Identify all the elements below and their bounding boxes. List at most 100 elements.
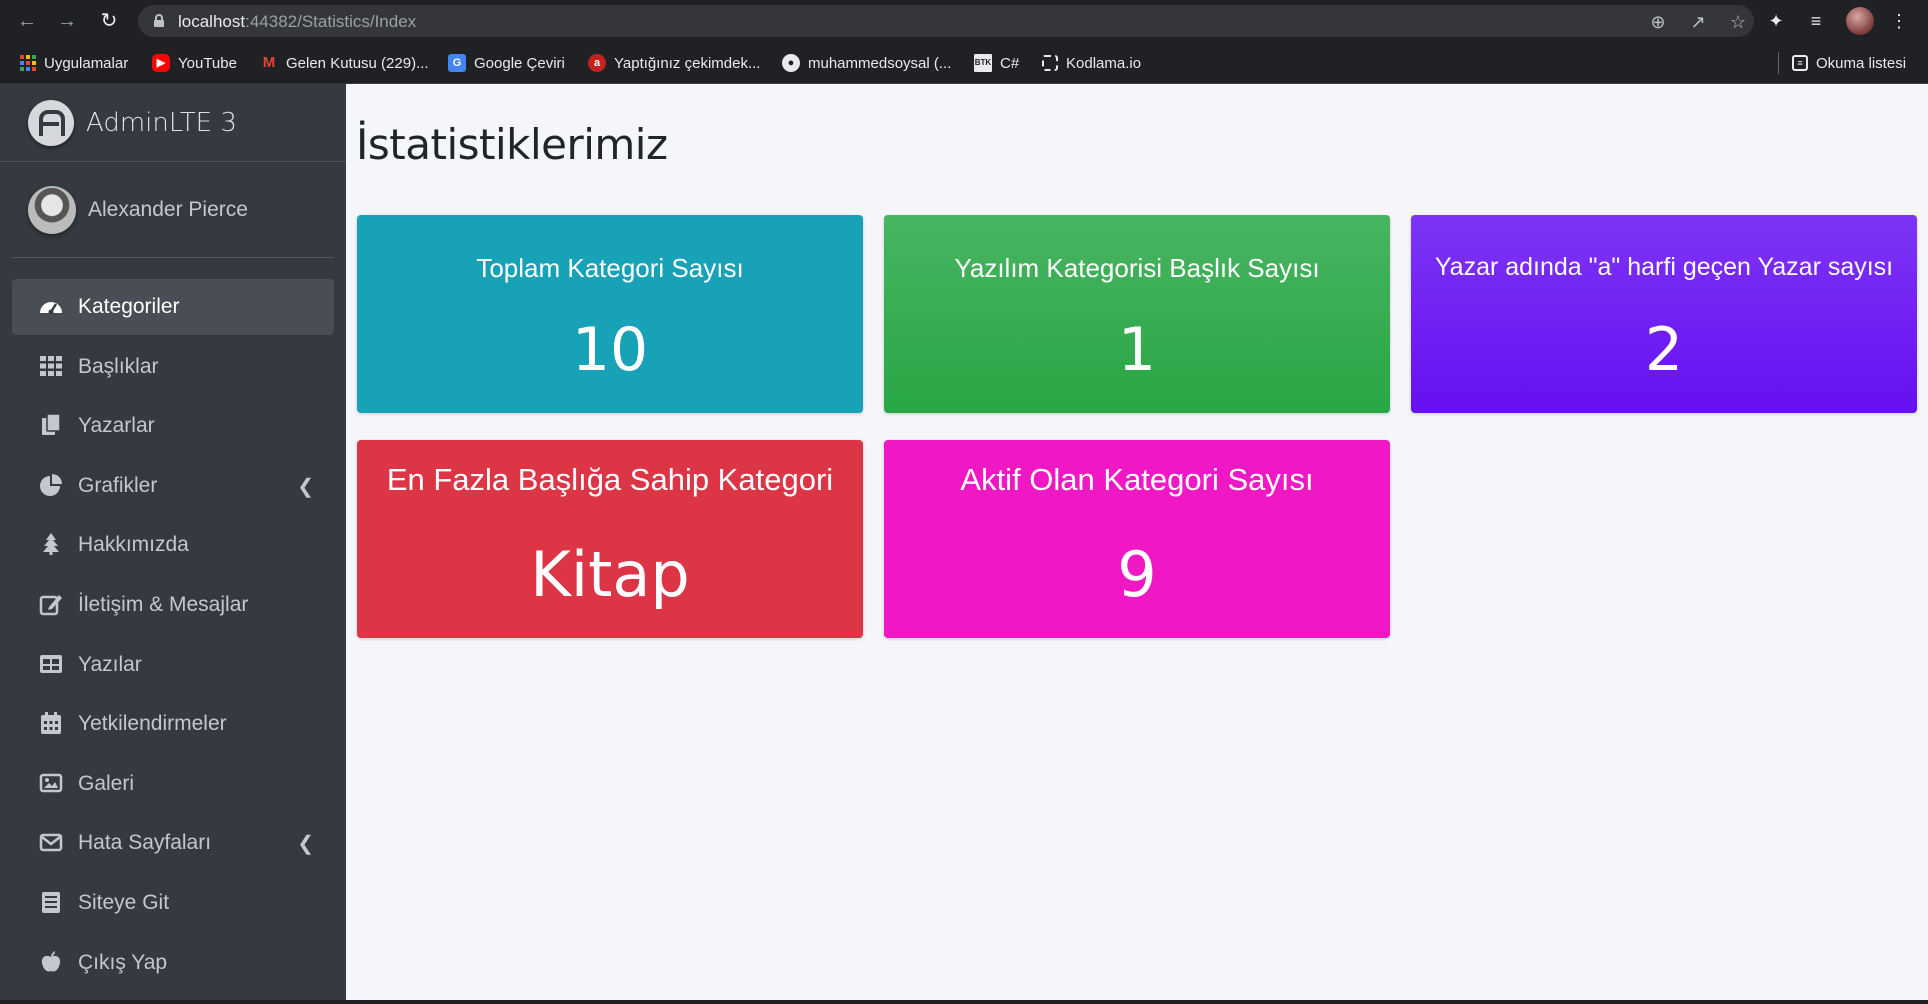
sidebar-item-label: Grafikler <box>78 473 158 497</box>
stat-card-en-fazla-baslik: En Fazla Başlığa Sahip Kategori Kitap <box>357 440 863 638</box>
book-icon <box>38 890 64 916</box>
bookmark-label: Google Çeviri <box>474 54 565 72</box>
reading-list-icon: ≡ <box>1792 55 1808 71</box>
forward-icon[interactable]: → <box>52 6 82 36</box>
url-host: localhost <box>178 12 246 31</box>
stat-card-yazar-a-harfi: Yazar adında "a" harfi geçen Yazar sayıs… <box>1411 215 1917 413</box>
stat-card-yazilim-baslik: Yazılım Kategorisi Başlık Sayısı 1 <box>884 215 1390 413</box>
calendar-icon <box>38 711 64 737</box>
stat-card-title: Yazar adında "a" harfi geçen Yazar sayıs… <box>1434 253 1894 281</box>
extensions-icon[interactable]: ✦ <box>1763 8 1789 34</box>
sidebar-item-label: İletişim & Mesajlar <box>78 592 249 616</box>
bookmark-star-icon[interactable]: ☆ <box>1726 10 1750 34</box>
stat-card-value: 9 <box>1117 538 1157 611</box>
user-panel: Alexander Pierce <box>12 162 334 258</box>
user-name[interactable]: Alexander Pierce <box>88 198 248 222</box>
bookmark-cekim[interactable]: a Yaptığınız çekimdek... <box>588 42 760 84</box>
brand-link[interactable]: AdminLTE 3 <box>0 84 346 162</box>
sidebar-item-hakkimizda[interactable]: Hakkımızda <box>12 517 334 573</box>
reading-list-button[interactable]: ≡ Okuma listesi <box>1792 42 1906 84</box>
sidebar-item-basliklar[interactable]: Başlıklar <box>12 339 334 395</box>
sidebar-item-grafikler[interactable]: Grafikler ❮ <box>12 458 334 514</box>
tachometer-icon <box>38 294 64 320</box>
url-text[interactable]: localhost:44382/Statistics/Index <box>178 12 416 32</box>
copy-icon <box>38 413 64 439</box>
bookmark-csharp[interactable]: BTK C# <box>974 42 1019 84</box>
sidebar-item-kategoriler[interactable]: Kategoriler <box>12 279 334 335</box>
google-translate-icon: G <box>448 54 466 72</box>
tree-icon <box>38 532 64 558</box>
stat-card-value: 2 <box>1644 315 1684 385</box>
browser-toolbar: ← → ↻ localhost:44382/Statistics/Index ⊕… <box>0 0 1928 42</box>
window-bottom-edge <box>0 1000 1928 1004</box>
bookmark-google-translate[interactable]: G Google Çeviri <box>448 42 565 84</box>
chart-pie-icon <box>38 473 64 499</box>
angle-left-icon[interactable]: ❮ <box>297 831 314 856</box>
bookmark-label: Gelen Kutusu (229)... <box>286 54 429 72</box>
sidebar-item-galeri[interactable]: Galeri <box>12 756 334 812</box>
apple-icon <box>38 950 64 976</box>
image-icon <box>38 771 64 797</box>
stat-card-value: 1 <box>1117 315 1157 385</box>
sidebar-item-iletisim[interactable]: İletişim & Mesajlar <box>12 577 334 633</box>
zoom-icon[interactable]: ⊕ <box>1646 10 1670 34</box>
sidebar-item-label: Yazılar <box>78 652 142 676</box>
edit-icon <box>38 592 64 618</box>
stat-card-toplam-kategori: Toplam Kategori Sayısı 10 <box>357 215 863 413</box>
sidebar-item-label: Yazarlar <box>78 414 155 438</box>
reading-list-label: Okuma listesi <box>1816 54 1907 72</box>
sidebar-item-label: Başlıklar <box>78 354 159 378</box>
sidebar-item-hata-sayfalari[interactable]: Hata Sayfaları ❮ <box>12 815 334 871</box>
adminlte-logo-icon <box>28 100 74 146</box>
bookmark-youtube[interactable]: ▶ YouTube <box>152 42 237 84</box>
bookmark-label: Yaptığınız çekimdek... <box>614 54 761 72</box>
reading-mode-icon[interactable]: ≡ <box>1803 8 1829 34</box>
bookmarks-divider <box>1778 52 1779 74</box>
angle-left-icon[interactable]: ❮ <box>297 474 314 499</box>
kodlama-icon <box>1042 55 1058 71</box>
share-icon[interactable]: ↗ <box>1686 10 1710 34</box>
stat-card-title: En Fazla Başlığa Sahip Kategori <box>386 462 834 497</box>
sidebar-item-cikis-yap[interactable]: Çıkış Yap <box>12 935 334 991</box>
bookmark-label: C# <box>1000 54 1020 72</box>
bookmark-github[interactable]: ● muhammedsoysal (... <box>782 42 951 84</box>
sidebar-item-yazarlar[interactable]: Yazarlar <box>12 398 334 454</box>
profile-avatar[interactable] <box>1846 7 1874 35</box>
stat-card-title: Yazılım Kategorisi Başlık Sayısı <box>954 253 1320 283</box>
sidebar-item-label: Kategoriler <box>78 295 180 318</box>
bookmark-gmail[interactable]: M Gelen Kutusu (229)... <box>260 42 429 84</box>
bookmark-label: Uygulamalar <box>44 54 129 72</box>
back-icon[interactable]: ← <box>12 6 42 36</box>
sidebar-item-label: Hata Sayfaları <box>78 831 212 855</box>
sidebar-item-label: Siteye Git <box>78 890 170 914</box>
github-icon: ● <box>782 54 800 72</box>
url-path: :44382/Statistics/Index <box>245 12 417 31</box>
bookmark-apps[interactable]: Uygulamalar <box>20 42 128 84</box>
btk-icon: BTK <box>974 54 992 72</box>
bookmark-label: YouTube <box>178 54 237 72</box>
sidebar-item-yetkilendirmeler[interactable]: Yetkilendirmeler <box>12 696 334 752</box>
brand-text: AdminLTE 3 <box>86 108 237 138</box>
reload-icon[interactable]: ↻ <box>94 6 124 36</box>
sidebar-item-label: Çıkış Yap <box>78 950 168 974</box>
youtube-icon: ▶ <box>152 54 170 72</box>
sidebar-item-label: Hakkımızda <box>78 533 189 557</box>
avatar[interactable] <box>28 186 76 234</box>
sidebar-item-siteye-git[interactable]: Siteye Git <box>12 875 334 931</box>
stat-card-title: Toplam Kategori Sayısı <box>476 253 744 283</box>
apps-grid-icon <box>20 55 36 71</box>
stat-card-value: Kitap <box>530 538 690 611</box>
sidebar-item-yazilar[interactable]: Yazılar <box>12 637 334 693</box>
bookmark-label: muhammedsoysal (... <box>808 54 952 72</box>
stat-card-value: 10 <box>571 315 649 385</box>
envelope-icon <box>38 830 64 856</box>
lock-icon[interactable] <box>154 14 164 27</box>
page-title: İstatistiklerimiz <box>356 120 668 169</box>
content-wrapper: İstatistiklerimiz Toplam Kategori Sayısı… <box>346 84 1928 1004</box>
address-bar[interactable]: localhost:44382/Statistics/Index ⊕ ↗ ☆ <box>138 5 1754 37</box>
gmail-icon: M <box>262 54 276 71</box>
sidebar-item-label: Galeri <box>78 771 135 795</box>
more-menu-icon[interactable]: ⋮ <box>1886 8 1912 34</box>
bookmark-kodlama[interactable]: Kodlama.io <box>1042 42 1141 84</box>
th-grid-icon <box>38 354 64 380</box>
